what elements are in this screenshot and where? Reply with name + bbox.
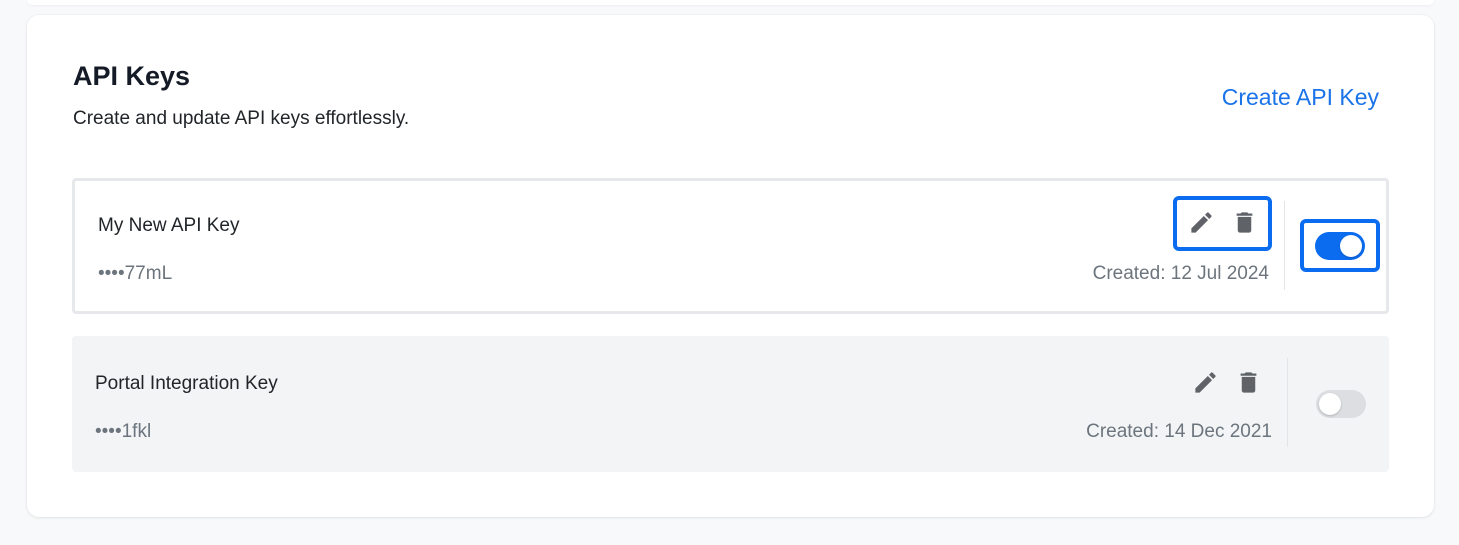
pencil-icon: [1192, 369, 1219, 399]
api-key-masked-value: ••••1fkl: [95, 421, 152, 442]
enable-key-toggle[interactable]: [1315, 231, 1365, 260]
create-api-key-link[interactable]: Create API Key: [1222, 83, 1379, 111]
api-key-created-date: Created: 14 Dec 2021: [1086, 421, 1272, 442]
toggle-knob: [1340, 234, 1362, 257]
edit-key-button[interactable]: [1190, 369, 1220, 399]
api-key-masked-value: ••••77mL: [98, 263, 173, 284]
toggle-focus-ring: [1300, 219, 1380, 272]
api-key-created-date: Created: 12 Jul 2024: [1092, 263, 1269, 284]
api-keys-card: API Keys Create and update API keys effo…: [27, 15, 1434, 517]
trash-icon: [1235, 369, 1262, 399]
row-divider: [1284, 201, 1285, 290]
trash-icon: [1231, 209, 1258, 239]
row-divider: [1287, 358, 1288, 447]
delete-key-button[interactable]: [1233, 369, 1263, 399]
api-key-name: Portal Integration Key: [95, 373, 278, 394]
toggle-knob: [1319, 393, 1341, 415]
api-key-actions: [1179, 366, 1274, 402]
enable-key-toggle[interactable]: [1316, 390, 1366, 418]
delete-key-button[interactable]: [1229, 209, 1259, 239]
api-key-actions: [1173, 196, 1272, 251]
api-key-row: My New API Key ••••77mL Created: 12 Jul …: [72, 178, 1389, 314]
section-subtitle: Create and update API keys effortlessly.: [73, 108, 410, 129]
api-key-row: Portal Integration Key ••••1fkl Created:…: [72, 336, 1389, 472]
toggle-container: [1315, 389, 1367, 419]
section-title: API Keys: [73, 61, 191, 91]
previous-card-edge: [27, 0, 1434, 5]
pencil-icon: [1188, 209, 1215, 239]
edit-key-button[interactable]: [1186, 209, 1216, 239]
api-key-name: My New API Key: [98, 215, 240, 236]
